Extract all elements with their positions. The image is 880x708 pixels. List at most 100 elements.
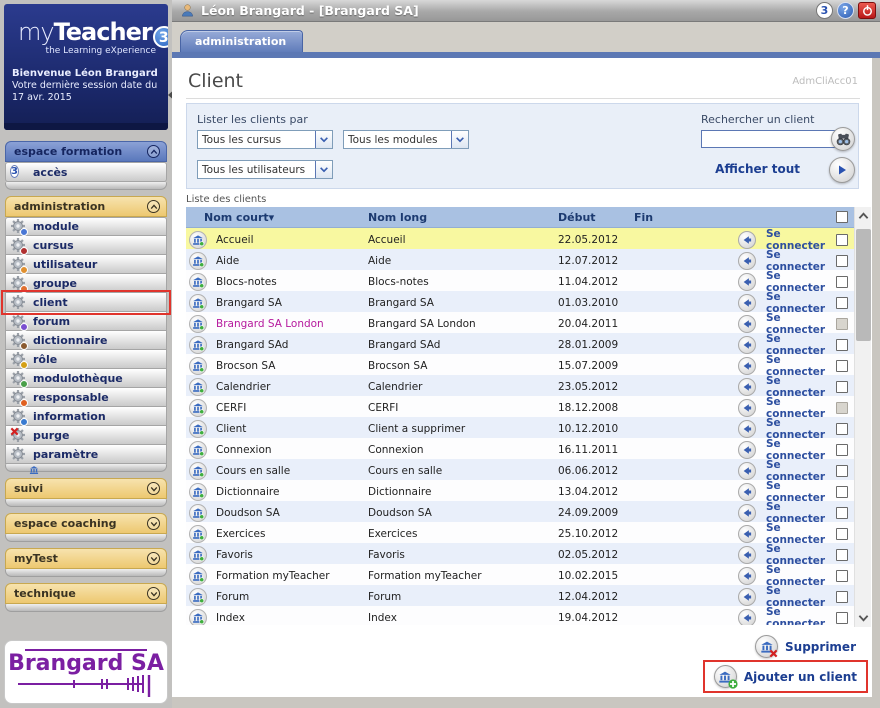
select-all-checkbox[interactable] <box>836 211 848 223</box>
tab-administration[interactable]: administration <box>180 30 303 52</box>
chevron-down-icon[interactable] <box>451 131 468 148</box>
sidebar-item-forum[interactable]: forum <box>5 312 167 331</box>
help-icon[interactable]: ? <box>837 2 854 19</box>
section-header-suivi[interactable]: suivi <box>5 478 167 499</box>
client-row[interactable]: Brangard SAdBrangard SAd28.01.2009Se con… <box>186 333 854 354</box>
client-bank-icon[interactable] <box>189 294 207 312</box>
client-row[interactable]: IndexIndex19.04.2012Se connecter <box>186 606 854 625</box>
client-row[interactable]: Formation myTeacherFormation myTeacher10… <box>186 564 854 585</box>
sidebar-item-responsable[interactable]: responsable <box>5 388 167 407</box>
row-checkbox[interactable] <box>836 549 848 561</box>
client-bank-icon[interactable] <box>189 315 207 333</box>
row-checkbox[interactable] <box>836 528 848 540</box>
sidebar-item-parametre[interactable]: paramètre <box>5 445 167 464</box>
sidebar-item-modulotheque[interactable]: modulothèque <box>5 369 167 388</box>
cursus-select[interactable]: Tous les cursus <box>197 130 333 149</box>
row-checkbox[interactable] <box>836 255 848 267</box>
client-row[interactable]: DictionnaireDictionnaire13.04.2012Se con… <box>186 480 854 501</box>
client-row[interactable]: ConnexionConnexion16.11.2011Se connecter <box>186 438 854 459</box>
sidebar-item-groupe[interactable]: groupe <box>5 274 167 293</box>
chevron-down-icon[interactable] <box>147 517 160 530</box>
client-row[interactable]: ExercicesExercices25.10.2012Se connecter <box>186 522 854 543</box>
client-bank-icon[interactable] <box>189 462 207 480</box>
row-checkbox[interactable] <box>836 570 848 582</box>
client-bank-icon[interactable] <box>189 399 207 417</box>
client-bank-icon[interactable] <box>189 252 207 270</box>
client-bank-icon[interactable] <box>189 525 207 543</box>
sidebar-item-dictionnaire[interactable]: dictionnaire <box>5 331 167 350</box>
sidebar-item-acces[interactable]: 3accès <box>5 162 167 182</box>
power-logout-icon[interactable] <box>858 2 876 19</box>
client-row[interactable]: Brocson SABrocson SA15.07.2009Se connect… <box>186 354 854 375</box>
row-checkbox[interactable] <box>836 612 848 624</box>
section-header-espace-formation[interactable]: espace formation <box>5 141 167 162</box>
client-bank-icon[interactable] <box>189 420 207 438</box>
row-checkbox[interactable] <box>836 234 848 246</box>
se-connecter-link[interactable]: Se connecter <box>752 606 832 625</box>
sidebar-item-purge[interactable]: purge <box>5 426 167 445</box>
scrollbar-thumb[interactable] <box>856 229 871 341</box>
client-row[interactable]: ClientClient a supprimer10.12.2010Se con… <box>186 417 854 438</box>
client-bank-icon[interactable] <box>189 504 207 522</box>
client-bank-icon[interactable] <box>189 273 207 291</box>
client-bank-icon[interactable] <box>189 609 207 625</box>
client-bank-icon[interactable] <box>189 378 207 396</box>
client-bank-icon[interactable] <box>189 588 207 606</box>
section-header-technique[interactable]: technique <box>5 583 167 604</box>
scrollbar-down-icon[interactable] <box>855 609 872 627</box>
show-all-go-icon[interactable] <box>829 157 855 183</box>
client-bank-icon[interactable] <box>189 483 207 501</box>
client-row[interactable]: Doudson SADoudson SA24.09.2009Se connect… <box>186 501 854 522</box>
chevron-up-icon[interactable] <box>147 200 160 213</box>
chevron-down-icon[interactable] <box>315 161 332 178</box>
client-row[interactable]: CERFICERFI18.12.2008Se connecter <box>186 396 854 417</box>
row-checkbox[interactable] <box>836 360 848 372</box>
section-header-administration[interactable]: administration <box>5 196 167 217</box>
column-nom-court[interactable]: Nom court▾ <box>204 211 368 224</box>
client-row[interactable]: Brangard SABrangard SA01.03.2010Se conne… <box>186 291 854 312</box>
row-checkbox[interactable] <box>836 507 848 519</box>
client-bank-icon[interactable] <box>189 441 207 459</box>
row-checkbox[interactable] <box>836 276 848 288</box>
sidebar-item-information[interactable]: information <box>5 407 167 426</box>
sidebar-item-cursus[interactable]: cursus <box>5 236 167 255</box>
search-binoculars-icon[interactable] <box>831 127 855 151</box>
add-client-button[interactable]: Ajouter un client <box>703 660 868 693</box>
client-bank-icon[interactable] <box>189 567 207 585</box>
client-row[interactable]: AideAide12.07.2012Se connecter <box>186 249 854 270</box>
sidebar-item-role[interactable]: rôle <box>5 350 167 369</box>
modules-select[interactable]: Tous les modules <box>343 130 469 149</box>
client-bank-icon[interactable] <box>189 357 207 375</box>
row-checkbox[interactable] <box>836 297 848 309</box>
column-debut[interactable]: Début <box>558 211 634 224</box>
chevron-down-icon[interactable] <box>147 587 160 600</box>
chevron-down-icon[interactable] <box>147 482 160 495</box>
client-bank-icon[interactable] <box>189 336 207 354</box>
section-header-mytest[interactable]: myTest <box>5 548 167 569</box>
sidebar-item-module[interactable]: module <box>5 217 167 236</box>
row-checkbox[interactable] <box>836 381 848 393</box>
section-header-espace-coaching[interactable]: espace coaching <box>5 513 167 534</box>
client-row[interactable]: CalendrierCalendrier23.05.2012Se connect… <box>186 375 854 396</box>
show-all-link[interactable]: Afficher tout <box>715 162 800 176</box>
client-search-input[interactable] <box>701 130 839 148</box>
row-checkbox[interactable] <box>836 444 848 456</box>
client-row[interactable]: AccueilAccueil22.05.2012Se connecter <box>186 228 854 249</box>
column-nom-long[interactable]: Nom long <box>368 211 558 224</box>
client-row[interactable]: Brangard SA LondonBrangard SA London20.0… <box>186 312 854 333</box>
delete-client-button[interactable]: Supprimer <box>755 635 856 658</box>
sidebar-item-utilisateur[interactable]: utilisateur <box>5 255 167 274</box>
users-select[interactable]: Tous les utilisateurs <box>197 160 333 179</box>
row-checkbox[interactable] <box>836 465 848 477</box>
table-scrollbar[interactable] <box>854 207 871 627</box>
client-row[interactable]: Blocs-notesBlocs-notes11.04.2012Se conne… <box>186 270 854 291</box>
chevron-down-icon[interactable] <box>147 552 160 565</box>
client-bank-icon[interactable] <box>189 231 207 249</box>
row-checkbox[interactable] <box>836 339 848 351</box>
column-fin[interactable]: Fin <box>634 211 728 224</box>
chevron-up-icon[interactable] <box>147 145 160 158</box>
row-checkbox[interactable] <box>836 486 848 498</box>
version-badge-icon[interactable]: 3 <box>816 2 833 19</box>
client-bank-icon[interactable] <box>189 546 207 564</box>
scrollbar-up-icon[interactable] <box>855 207 872 225</box>
